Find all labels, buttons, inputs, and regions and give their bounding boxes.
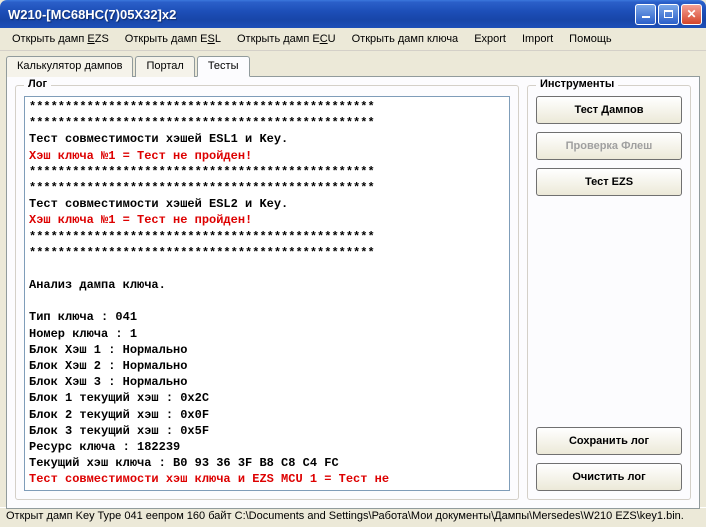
menu-open-key[interactable]: Открыть дамп ключа bbox=[346, 31, 465, 47]
log-line: Тест совместимости хэшей ESL1 и Key. bbox=[29, 131, 505, 147]
menu-help[interactable]: Помощь bbox=[563, 31, 618, 47]
log-line: Тест совместимости хэшей ESL2 и Key. bbox=[29, 196, 505, 212]
log-line: Ресурс ключа : 182239 bbox=[29, 439, 505, 455]
menu-open-ezs[interactable]: Открыть дамп EZS bbox=[6, 31, 115, 47]
log-line: Блок 2 текущий хэш : 0x0F bbox=[29, 407, 505, 423]
log-line: Номер ключа : 1 bbox=[29, 326, 505, 342]
titlebar: W210-[MC68HC(7)05X32]x2 ✕ bbox=[0, 0, 706, 28]
tabstrip: Калькулятор дампов Портал Тесты bbox=[6, 56, 700, 77]
log-line: Хэш ключа №1 = Тест не пройден! bbox=[29, 148, 505, 164]
log-line bbox=[29, 261, 505, 277]
log-line: Блок 1 текущий хэш : 0x2C bbox=[29, 390, 505, 406]
save-log-button[interactable]: Сохранить лог bbox=[536, 427, 682, 455]
log-line: Тип ключа : 041 bbox=[29, 309, 505, 325]
log-line: ****************************************… bbox=[29, 180, 505, 196]
menubar: Открыть дамп EZS Открыть дамп ESL Открыт… bbox=[0, 28, 706, 51]
log-line bbox=[29, 293, 505, 309]
test-dumps-button[interactable]: Тест Дампов bbox=[536, 96, 682, 124]
tab-tests[interactable]: Тесты bbox=[197, 56, 250, 77]
statusbar: Открыт дамп Key Type 041 еепром 160 байт… bbox=[0, 507, 706, 527]
menu-import[interactable]: Import bbox=[516, 31, 559, 47]
status-text: Открыт дамп Key Type 041 еепром 160 байт… bbox=[6, 510, 684, 522]
maximize-button[interactable] bbox=[658, 4, 679, 25]
log-textarea[interactable]: ****************************************… bbox=[24, 96, 510, 491]
tab-calculator[interactable]: Калькулятор дампов bbox=[6, 56, 133, 77]
clear-log-button[interactable]: Очистить лог bbox=[536, 463, 682, 491]
log-line: Текущий хэш ключа : B0 93 36 3F B8 C8 C4… bbox=[29, 455, 505, 471]
log-title: Лог bbox=[24, 78, 51, 90]
log-line: ****************************************… bbox=[29, 164, 505, 180]
tab-panel-tests: Лог ************************************… bbox=[6, 76, 700, 509]
log-line: ****************************************… bbox=[29, 115, 505, 131]
log-line: Блок Хэш 2 : Нормально bbox=[29, 358, 505, 374]
window-title: W210-[MC68HC(7)05X32]x2 bbox=[8, 7, 633, 22]
log-line: Блок Хэш 1 : Нормально bbox=[29, 342, 505, 358]
log-line: ****************************************… bbox=[29, 245, 505, 261]
check-flash-button[interactable]: Проверка Флеш bbox=[536, 132, 682, 160]
tab-portal[interactable]: Портал bbox=[135, 56, 194, 77]
log-line: Анализ дампа ключа. bbox=[29, 277, 505, 293]
tools-groupbox: Инструменты Тест Дампов Проверка Флеш Те… bbox=[527, 85, 691, 500]
close-button[interactable]: ✕ bbox=[681, 4, 702, 25]
menu-open-esl[interactable]: Открыть дамп ESL bbox=[119, 31, 227, 47]
log-groupbox: Лог ************************************… bbox=[15, 85, 519, 500]
client-area: Калькулятор дампов Портал Тесты Лог ****… bbox=[0, 51, 706, 507]
log-line: Блок Хэш 3 : Нормально bbox=[29, 374, 505, 390]
log-line: Блок 3 текущий хэш : 0x5F bbox=[29, 423, 505, 439]
minimize-button[interactable] bbox=[635, 4, 656, 25]
log-line: Хэш ключа №1 = Тест не пройден! bbox=[29, 212, 505, 228]
log-line: ****************************************… bbox=[29, 229, 505, 245]
log-line: ****************************************… bbox=[29, 99, 505, 115]
tools-title: Инструменты bbox=[536, 78, 618, 90]
menu-open-ecu[interactable]: Открыть дамп ECU bbox=[231, 31, 342, 47]
log-line: Тест совместимости хэш ключа и EZS MCU 1… bbox=[29, 471, 505, 487]
test-ezs-button[interactable]: Тест EZS bbox=[536, 168, 682, 196]
menu-export[interactable]: Export bbox=[468, 31, 512, 47]
